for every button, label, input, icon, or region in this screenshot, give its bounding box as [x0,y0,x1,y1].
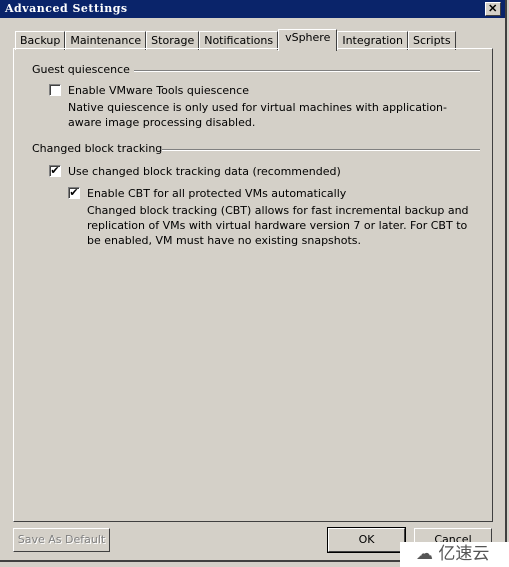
title-bar: Advanced Settings ✕ [0,0,505,18]
watermark-text: 亿速云 [438,544,490,564]
vsphere-panel: Guest quiescence Enable VMware Tools qui… [13,48,493,522]
tab-vsphere[interactable]: vSphere [278,29,338,51]
divider [134,70,480,72]
guest-quiescence-header: Guest quiescence [32,63,130,76]
enable-cbt-description: Changed block tracking (CBT) allows for … [87,204,469,247]
watermark-logo: ☁ 亿速云 [400,542,509,567]
window-title: Advanced Settings [5,2,128,15]
close-icon[interactable]: ✕ [485,2,501,16]
vmware-tools-quiescence-label: Enable VMware Tools quiescence [68,84,249,97]
cbt-header: Changed block tracking [32,142,163,155]
vmware-tools-description: Native quiescence is only used for virtu… [68,101,447,129]
use-cbt-label: Use changed block tracking data (recomme… [68,165,341,178]
enable-cbt-label: Enable CBT for all protected VMs automat… [87,187,347,200]
divider [162,149,480,151]
ok-button[interactable]: OK [327,527,406,553]
use-cbt-checkbox[interactable]: ✔ [49,165,61,177]
advanced-settings-dialog: Advanced Settings ✕ Backup Maintenance S… [0,0,507,562]
vmware-tools-quiescence-checkbox[interactable] [49,84,61,96]
save-as-default-button[interactable]: Save As Default [13,528,110,552]
enable-cbt-checkbox[interactable]: ✔ [68,187,80,199]
